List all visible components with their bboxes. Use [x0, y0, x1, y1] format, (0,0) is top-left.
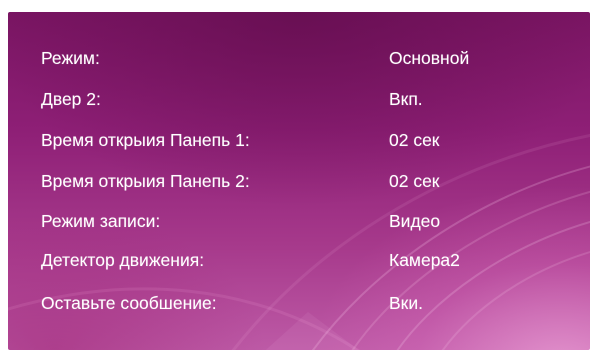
setting-label: Режим:: [41, 48, 100, 68]
settings-row-door: Двер 2: Вкп.: [8, 83, 590, 115]
setting-value[interactable]: Видео: [389, 205, 440, 237]
setting-value[interactable]: Вки.: [389, 287, 423, 319]
settings-row-motion-detector: Детектор движения: Камера2: [8, 244, 590, 276]
setting-value[interactable]: 02 сек: [389, 124, 439, 156]
setting-label: Время открыия Панепь 1:: [41, 130, 250, 150]
setting-label: Время открыия Панепь 2:: [41, 171, 250, 191]
setting-value[interactable]: 02 сек: [389, 165, 439, 197]
setting-value[interactable]: Вкп.: [389, 83, 423, 115]
setting-label: Двер 2:: [41, 89, 101, 109]
setting-value[interactable]: Камера2: [389, 244, 460, 276]
setting-label: Детектор движения:: [41, 250, 205, 270]
setting-value[interactable]: Основной: [389, 42, 469, 74]
settings-row-mode: Режим: Основной: [8, 42, 590, 74]
settings-row-leave-message: Оставьте сообшение: Вки.: [8, 287, 590, 319]
setting-label: Режим записи:: [41, 211, 161, 231]
settings-row-open-time-panel-2: Время открыия Панепь 2: 02 сек: [8, 165, 590, 197]
setting-label: Оставьте сообшение:: [41, 293, 217, 313]
settings-row-open-time-panel-1: Время открыия Панепь 1: 02 сек: [8, 124, 590, 156]
settings-row-record-mode: Режим записи: Видео: [8, 205, 590, 237]
settings-screen: Режим: Основной Двер 2: Вкп. Время откры…: [8, 12, 590, 350]
device-screen-frame: Режим: Основной Двер 2: Вкп. Время откры…: [0, 0, 597, 352]
